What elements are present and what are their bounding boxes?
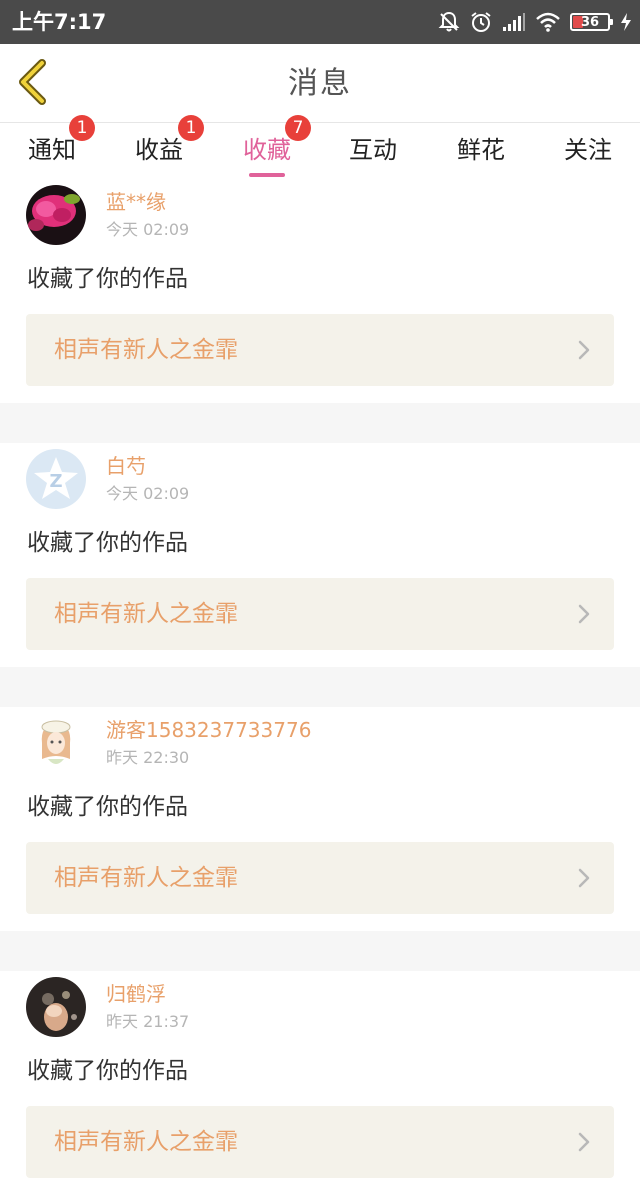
tab-favorites[interactable]: 收藏 7 <box>222 115 312 179</box>
wifi-icon <box>536 12 560 32</box>
avatar[interactable] <box>26 713 86 773</box>
charging-icon <box>621 13 631 31</box>
tab-interactions[interactable]: 互动 <box>328 123 418 179</box>
tab-bar: 通知 1 收益 1 收藏 7 互动 鲜花 关注 <box>0 115 640 179</box>
message-text: 收藏了你的作品 <box>27 1058 188 1084</box>
chevron-right-icon <box>578 1132 590 1152</box>
message-list: 蓝**缘 今天 02:09 收藏了你的作品 相声有新人之金霏 Z 白芍 今天 0… <box>0 179 640 1195</box>
status-bar: 上午7:17 36 <box>0 0 640 44</box>
username[interactable]: 蓝**缘 <box>106 189 166 215</box>
message-text: 收藏了你的作品 <box>27 794 188 820</box>
chevron-right-icon <box>578 604 590 624</box>
tab-notifications[interactable]: 通知 1 <box>7 115 97 179</box>
card-divider <box>0 667 640 707</box>
work-title: 相声有新人之金霏 <box>54 601 238 627</box>
chevron-right-icon <box>578 868 590 888</box>
status-time: 上午7:17 <box>12 10 107 34</box>
username[interactable]: 归鹤浮 <box>106 981 166 1007</box>
tab-badge: 1 <box>178 115 204 141</box>
tab-label: 关注 <box>564 136 612 164</box>
tab-label: 互动 <box>349 136 397 164</box>
alarm-icon <box>471 12 491 32</box>
work-link[interactable]: 相声有新人之金霏 <box>26 314 614 386</box>
header: 消息 <box>0 44 640 123</box>
signal-icon <box>503 13 525 31</box>
message-card: 游客1583237733776 昨天 22:30 收藏了你的作品 相声有新人之金… <box>0 707 640 931</box>
card-divider <box>0 403 640 443</box>
tab-badge: 1 <box>69 115 95 141</box>
avatar[interactable]: Z <box>26 449 86 509</box>
avatar[interactable] <box>26 185 86 245</box>
battery-icon: 36 <box>570 13 613 31</box>
tab-label: 鲜花 <box>457 136 505 164</box>
bell-off-icon <box>438 11 460 32</box>
tab-badge: 7 <box>285 115 311 141</box>
message-text: 收藏了你的作品 <box>27 530 188 556</box>
message-card: Z 白芍 今天 02:09 收藏了你的作品 相声有新人之金霏 <box>0 443 640 667</box>
work-title: 相声有新人之金霏 <box>54 337 238 363</box>
active-tab-indicator <box>249 173 285 177</box>
page-title: 消息 <box>288 66 352 101</box>
work-link[interactable]: 相声有新人之金霏 <box>26 578 614 650</box>
battery-level: 36 <box>580 14 600 30</box>
message-text: 收藏了你的作品 <box>27 266 188 292</box>
tab-follows[interactable]: 关注 <box>543 123 633 179</box>
work-title: 相声有新人之金霏 <box>54 865 238 891</box>
message-time: 昨天 22:30 <box>106 748 190 767</box>
tab-flowers[interactable]: 鲜花 <box>436 123 526 179</box>
avatar[interactable] <box>26 977 86 1037</box>
username[interactable]: 白芍 <box>106 453 146 479</box>
work-link[interactable]: 相声有新人之金霏 <box>26 842 614 914</box>
message-card: 归鹤浮 昨天 21:37 收藏了你的作品 相声有新人之金霏 <box>0 971 640 1195</box>
work-title: 相声有新人之金霏 <box>54 1129 238 1155</box>
message-time: 今天 02:09 <box>106 220 190 239</box>
tab-earnings[interactable]: 收益 1 <box>114 115 204 179</box>
work-link[interactable]: 相声有新人之金霏 <box>26 1106 614 1178</box>
svg-text:Z: Z <box>49 471 62 492</box>
username[interactable]: 游客1583237733776 <box>106 717 311 743</box>
message-time: 今天 02:09 <box>106 484 190 503</box>
chevron-right-icon <box>578 340 590 360</box>
message-time: 昨天 21:37 <box>106 1012 190 1031</box>
message-card: 蓝**缘 今天 02:09 收藏了你的作品 相声有新人之金霏 <box>0 179 640 403</box>
status-icons: 36 <box>438 10 632 34</box>
card-divider <box>0 931 640 971</box>
